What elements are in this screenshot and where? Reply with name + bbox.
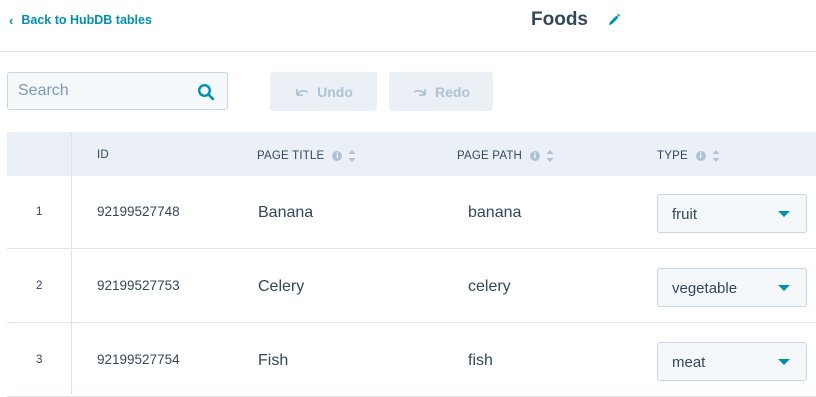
search-input[interactable]: [18, 73, 188, 109]
column-divider: [71, 132, 72, 394]
undo-button[interactable]: Undo: [270, 72, 377, 111]
table-row[interactable]: 3 92199527754 Fish fish meat: [7, 324, 816, 397]
undo-icon: [296, 88, 309, 96]
info-icon[interactable]: i: [695, 151, 706, 161]
row-page-title[interactable]: Banana: [258, 204, 313, 222]
info-icon[interactable]: i: [530, 151, 541, 161]
caret-down-icon: [778, 359, 790, 365]
row-number: 1: [36, 206, 43, 218]
row-id: 92199527753: [97, 278, 180, 293]
redo-icon: [413, 88, 426, 96]
row-page-path[interactable]: celery: [468, 278, 511, 296]
sort-icon[interactable]: [348, 149, 356, 163]
column-label: PAGE TITLE: [257, 150, 325, 162]
redo-button[interactable]: Redo: [389, 72, 493, 111]
back-to-hubdb-link[interactable]: ‹ Back to HubDB tables: [9, 13, 152, 27]
top-bar: ‹ Back to HubDB tables Foods: [0, 0, 816, 52]
type-select-value: meat: [672, 354, 706, 371]
type-select-value: fruit: [672, 206, 698, 223]
column-header-page-path[interactable]: PAGE PATH i: [457, 149, 554, 163]
caret-down-icon: [778, 285, 790, 291]
type-select[interactable]: fruit: [657, 194, 807, 233]
table-header: ID PAGE TITLE i PAGE PATH i TYPE i: [7, 132, 816, 176]
table-row[interactable]: 1 92199527748 Banana banana fruit: [7, 176, 816, 249]
search-box: [7, 72, 228, 110]
row-page-title[interactable]: Celery: [258, 278, 304, 296]
column-header-page-title[interactable]: PAGE TITLE i: [257, 149, 356, 163]
sort-icon[interactable]: [546, 149, 554, 163]
table-row[interactable]: 2 92199527753 Celery celery vegetable: [7, 250, 816, 323]
back-link-label: Back to HubDB tables: [21, 13, 152, 27]
search-icon[interactable]: [197, 83, 215, 101]
row-number: 3: [36, 354, 43, 366]
info-icon[interactable]: i: [332, 151, 343, 161]
type-select[interactable]: meat: [657, 342, 807, 381]
row-page-path[interactable]: banana: [468, 204, 521, 222]
column-label: TYPE: [657, 150, 688, 162]
column-label: PAGE PATH: [457, 150, 523, 162]
row-page-title[interactable]: Fish: [258, 352, 288, 370]
row-id: 92199527754: [97, 352, 180, 367]
row-id: 92199527748: [97, 204, 180, 219]
chevron-left-icon: ‹: [9, 12, 14, 28]
pencil-icon[interactable]: [606, 12, 622, 28]
undo-label: Undo: [317, 83, 353, 100]
type-select-value: vegetable: [672, 280, 738, 297]
column-header-type[interactable]: TYPE i: [657, 149, 720, 163]
row-page-path[interactable]: fish: [468, 352, 493, 370]
column-label: ID: [97, 149, 109, 161]
redo-label: Redo: [435, 83, 470, 100]
caret-down-icon: [778, 211, 790, 217]
sort-icon[interactable]: [712, 149, 720, 163]
column-header-id[interactable]: ID: [97, 149, 109, 161]
type-select[interactable]: vegetable: [657, 268, 807, 307]
page-title: Foods: [531, 9, 588, 30]
row-number: 2: [36, 280, 43, 292]
